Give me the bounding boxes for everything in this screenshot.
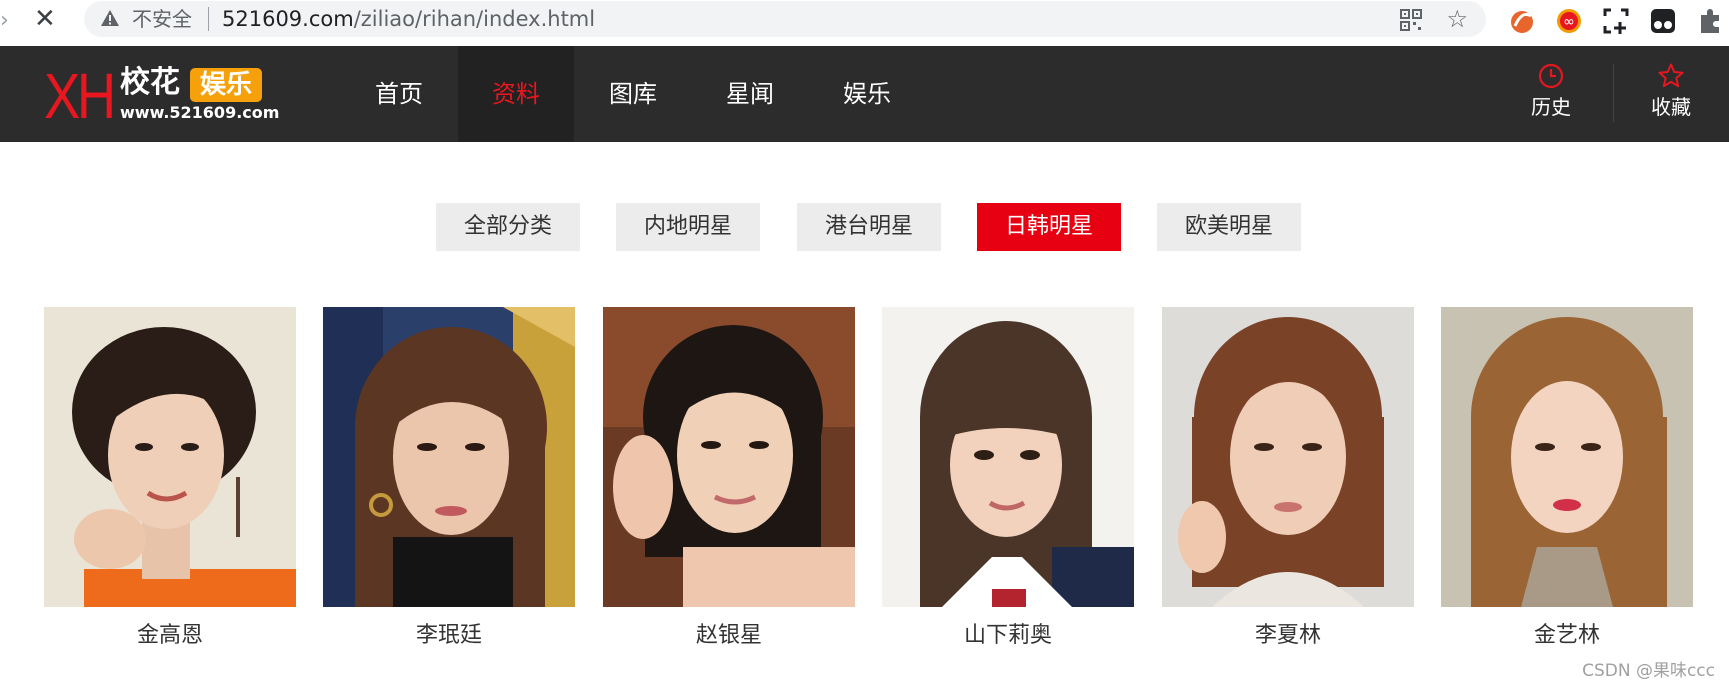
nav-gallery[interactable]: 图库 <box>575 46 691 142</box>
stop-loading-icon[interactable]: ✕ <box>34 4 56 34</box>
security-label[interactable]: 不安全 <box>132 8 192 30</box>
forward-arrow-icon[interactable]: › <box>0 8 9 33</box>
star-card[interactable]: 李夏林 <box>1162 307 1414 649</box>
star-name[interactable]: 金艺林 <box>1441 623 1693 649</box>
star-photo[interactable] <box>603 307 855 607</box>
star-name[interactable]: 山下莉奥 <box>882 623 1134 649</box>
url-path: /ziliao/rihan/index.html <box>353 7 596 31</box>
nav-entertainment[interactable]: 娱乐 <box>809 46 925 142</box>
star-outline-icon <box>1658 63 1684 88</box>
svg-text:∞: ∞ <box>1563 14 1575 30</box>
filter-hk-tw[interactable]: 港台明星 <box>797 203 941 251</box>
header-divider <box>1613 64 1614 122</box>
portrait-image <box>882 307 1134 607</box>
filter-western[interactable]: 欧美明星 <box>1157 203 1301 251</box>
star-grid: 金高恩 李珉廷 赵银星 山下莉奥 李夏林 金艺林 <box>0 307 1729 657</box>
clock-icon <box>1538 63 1564 89</box>
logo-name: 校花 <box>120 65 180 100</box>
star-name[interactable]: 金高恩 <box>44 623 296 649</box>
star-card[interactable]: 赵银星 <box>603 307 855 649</box>
portrait-image <box>1162 307 1414 607</box>
url-host: 521609.com <box>222 7 354 31</box>
history-label: 历史 <box>1531 95 1571 119</box>
star-card[interactable]: 山下莉奥 <box>882 307 1134 649</box>
star-photo[interactable] <box>882 307 1134 607</box>
extension-translate-icon[interactable] <box>1507 6 1537 36</box>
site-header: XH 校花 娱乐 www.521609.com 首页 资料 图库 星闻 娱乐 历… <box>0 46 1729 142</box>
filter-jp-kr[interactable]: 日韩明星 <box>977 203 1121 251</box>
star-photo[interactable] <box>1441 307 1693 607</box>
portrait-image <box>44 307 296 607</box>
bookmark-star-icon[interactable]: ☆ <box>1446 6 1468 32</box>
url-text[interactable]: 521609.com/ziliao/rihan/index.html <box>222 7 595 31</box>
logo-domain: www.521609.com <box>120 103 280 122</box>
address-divider <box>208 7 209 31</box>
nav-profiles[interactable]: 资料 <box>458 46 574 142</box>
star-photo[interactable] <box>323 307 575 607</box>
star-card[interactable]: 金艺林 <box>1441 307 1693 649</box>
filter-all[interactable]: 全部分类 <box>436 203 580 251</box>
star-name[interactable]: 李珉廷 <box>323 623 575 649</box>
star-name[interactable]: 赵银星 <box>603 623 855 649</box>
star-card[interactable]: 李珉廷 <box>323 307 575 649</box>
portrait-image <box>1441 307 1693 607</box>
logo-tag: 娱乐 <box>190 68 262 102</box>
qr-code-icon[interactable] <box>1400 9 1422 31</box>
portrait-image <box>603 307 855 607</box>
category-filter-bar: 全部分类 内地明星 港台明星 日韩明星 欧美明星 <box>0 203 1729 251</box>
extension-tampermonkey-icon[interactable] <box>1648 6 1678 36</box>
address-bar[interactable]: 不安全 521609.com/ziliao/rihan/index.html ☆ <box>84 1 1486 37</box>
extensions-puzzle-icon[interactable] <box>1695 6 1725 36</box>
browser-toolbar: › ✕ 不安全 521609.com/ziliao/rihan/index.ht… <box>0 0 1729 46</box>
favorites-label: 收藏 <box>1651 95 1691 119</box>
portrait-image <box>323 307 575 607</box>
star-photo[interactable] <box>1162 307 1414 607</box>
history-button[interactable]: 历史 <box>1511 62 1591 132</box>
star-photo[interactable] <box>44 307 296 607</box>
extension-infinity-icon[interactable]: ∞ <box>1554 6 1584 36</box>
watermark-text: CSDN @果味ccc <box>1582 661 1715 681</box>
extension-screenshot-icon[interactable] <box>1601 6 1631 36</box>
star-name[interactable]: 李夏林 <box>1162 623 1414 649</box>
logo-letters: XH <box>44 60 116 132</box>
favorites-button[interactable]: 收藏 <box>1631 62 1711 132</box>
star-card[interactable]: 金高恩 <box>44 307 296 649</box>
nav-home[interactable]: 首页 <box>341 46 457 142</box>
site-logo[interactable]: XH 校花 娱乐 www.521609.com <box>44 60 279 132</box>
warning-triangle-icon[interactable] <box>100 8 120 28</box>
filter-mainland[interactable]: 内地明星 <box>616 203 760 251</box>
nav-news[interactable]: 星闻 <box>692 46 808 142</box>
